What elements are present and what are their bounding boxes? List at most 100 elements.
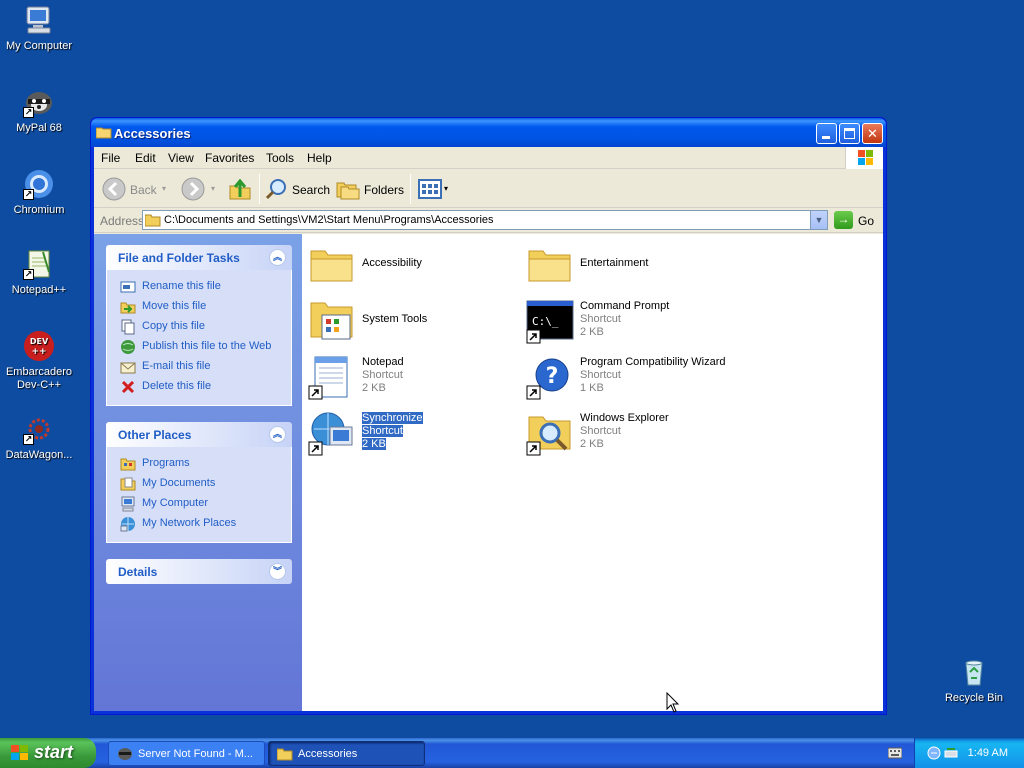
task-delete[interactable]: Delete this file (107, 377, 291, 397)
taskbar-button-label: Server Not Found - M... (138, 748, 253, 760)
menu-view[interactable]: View (168, 151, 194, 165)
taskbar-button-browser[interactable]: Server Not Found - M... (108, 741, 265, 766)
desktop-icon-label: My Computer (5, 40, 73, 52)
task-email[interactable]: E-mail this file (107, 357, 291, 377)
details-panel: Details ︾ (106, 559, 292, 584)
menu-edit[interactable]: Edit (135, 151, 156, 165)
close-button[interactable]: ✕ (862, 123, 883, 144)
collapse-icon[interactable]: ︽ (269, 249, 286, 266)
file-item-program-compatibility-wizard[interactable]: ? Program Compatibility Wizard Shortcut … (526, 353, 741, 405)
file-item-command-prompt[interactable]: C:\_ Command Prompt Shortcut 2 KB (526, 297, 741, 349)
folders-label: Folders (364, 183, 405, 197)
task-label: Rename this file (142, 280, 221, 292)
go-label: Go (858, 214, 875, 228)
svg-text:++: ++ (31, 347, 46, 357)
system-tray: 1:49 AM (914, 738, 1024, 768)
clock[interactable]: 1:49 AM (968, 747, 1008, 759)
task-label: Copy this file (142, 320, 205, 332)
menu-favorites[interactable]: Favorites (205, 151, 254, 165)
desktop-icon-datawagon[interactable]: ↗ DataWagon... (0, 413, 78, 462)
back-arrow-icon (102, 177, 126, 204)
go-arrow-icon: → (834, 211, 853, 229)
svg-text:DEV: DEV (30, 337, 49, 346)
go-button[interactable]: → Go (834, 211, 874, 231)
network-tray-icon[interactable] (926, 745, 942, 764)
chromium-icon: ↗ (23, 168, 55, 200)
file-name: Command Prompt Shortcut 2 KB (580, 300, 670, 338)
task-publish[interactable]: Publish this file to the Web (107, 337, 291, 357)
task-rename[interactable]: Rename this file (107, 277, 291, 297)
up-folder-button[interactable] (227, 176, 253, 202)
desktop-icon-chromium[interactable]: ↗ Chromium (0, 168, 78, 217)
file-item-entertainment[interactable]: Entertainment (526, 241, 741, 293)
menu-tools[interactable]: Tools (266, 151, 294, 165)
file-item-system-tools[interactable]: System Tools (308, 297, 523, 349)
views-button[interactable]: ▾ (416, 176, 452, 202)
chevron-down-icon: ▼ (814, 215, 824, 225)
panel-header[interactable]: Other Places ︽ (106, 422, 292, 447)
desktop-icon-mypal[interactable]: ↗ MyPal 68 (0, 86, 78, 135)
chevron-down-icon: ▾ (162, 184, 167, 193)
place-my-documents[interactable]: My Documents (107, 474, 291, 494)
task-label: Delete this file (142, 380, 212, 392)
file-folder-tasks-panel: File and Folder Tasks ︽ Rename this file… (106, 245, 292, 406)
back-button[interactable]: Back ▾ (102, 176, 166, 204)
windows-logo-icon (10, 744, 29, 762)
panel-header[interactable]: File and Folder Tasks ︽ (106, 245, 292, 270)
task-move[interactable]: Move this file (107, 297, 291, 317)
file-name: System Tools (362, 313, 428, 325)
panel-header[interactable]: Details ︾ (106, 559, 292, 584)
file-type: Shortcut (580, 313, 621, 325)
window-title: Accessories (114, 126, 191, 141)
folder-icon (308, 241, 356, 289)
file-item-synchronize[interactable]: Synchronize Shortcut 2 KB (308, 409, 523, 461)
menu-file[interactable]: File (101, 151, 120, 165)
file-size: 2 KB (362, 438, 386, 450)
folder-icon (144, 213, 161, 230)
desktop-icon-label: DataWagon... (5, 449, 73, 461)
file-name: Windows Explorer Shortcut 2 KB (580, 412, 669, 450)
file-name: Program Compatibility Wizard Shortcut 1 … (580, 356, 726, 394)
keyboard-tray-icon[interactable] (887, 747, 903, 759)
file-name: Notepad Shortcut 2 KB (362, 356, 404, 394)
desktop-icon-label: MyPal 68 (16, 122, 62, 134)
desktop-icon-devcpp[interactable]: DEV ++ Embarcadero Dev-C++ (0, 330, 78, 392)
desktop-icon-my-computer[interactable]: My Computer (0, 4, 78, 53)
delete-icon (120, 379, 136, 395)
folders-button[interactable]: Folders (336, 176, 404, 202)
minimize-button[interactable] (816, 123, 837, 144)
place-programs[interactable]: Programs (107, 454, 291, 474)
collapse-icon[interactable]: ︽ (269, 426, 286, 443)
toolbar-separator (259, 174, 260, 204)
panel-body: Rename this file Move this file Copy thi… (106, 270, 292, 406)
place-label: Programs (142, 457, 190, 469)
file-item-windows-explorer[interactable]: Windows Explorer Shortcut 2 KB (526, 409, 741, 461)
maximize-button[interactable] (839, 123, 860, 144)
shortcut-arrow-icon: ↗ (23, 107, 34, 118)
task-copy[interactable]: Copy this file (107, 317, 291, 337)
email-icon (120, 359, 136, 375)
notepad-icon (308, 353, 356, 401)
synchronize-icon (308, 409, 356, 457)
safely-remove-tray-icon[interactable] (943, 745, 959, 764)
desktop-icon-notepadpp[interactable]: ↗ Notepad++ (0, 248, 78, 297)
taskbar-button-accessories[interactable]: Accessories (268, 741, 425, 766)
panel-title: Details (118, 565, 158, 579)
search-button[interactable]: Search (264, 176, 330, 202)
expand-icon[interactable]: ︾ (269, 563, 286, 580)
folders-icon (336, 177, 360, 204)
my-computer-icon (23, 4, 55, 36)
place-label: My Computer (142, 497, 209, 509)
file-item-accessibility[interactable]: Accessibility (308, 241, 523, 293)
place-my-computer[interactable]: My Computer (107, 494, 291, 514)
taskbar-button-label: Accessories (298, 748, 358, 760)
title-bar[interactable]: Accessories ✕ (91, 118, 886, 147)
menu-help[interactable]: Help (307, 151, 332, 165)
start-button[interactable]: start (0, 738, 96, 768)
address-field[interactable]: C:\Documents and Settings\VM2\Start Menu… (142, 210, 828, 230)
address-dropdown-button[interactable]: ▼ (810, 211, 827, 229)
place-my-network[interactable]: My Network Places (107, 514, 291, 534)
desktop-icon-recycle-bin[interactable]: Recycle Bin (935, 656, 1013, 705)
file-item-notepad[interactable]: Notepad Shortcut 2 KB (308, 353, 523, 405)
forward-button[interactable]: ▾ (181, 176, 221, 202)
